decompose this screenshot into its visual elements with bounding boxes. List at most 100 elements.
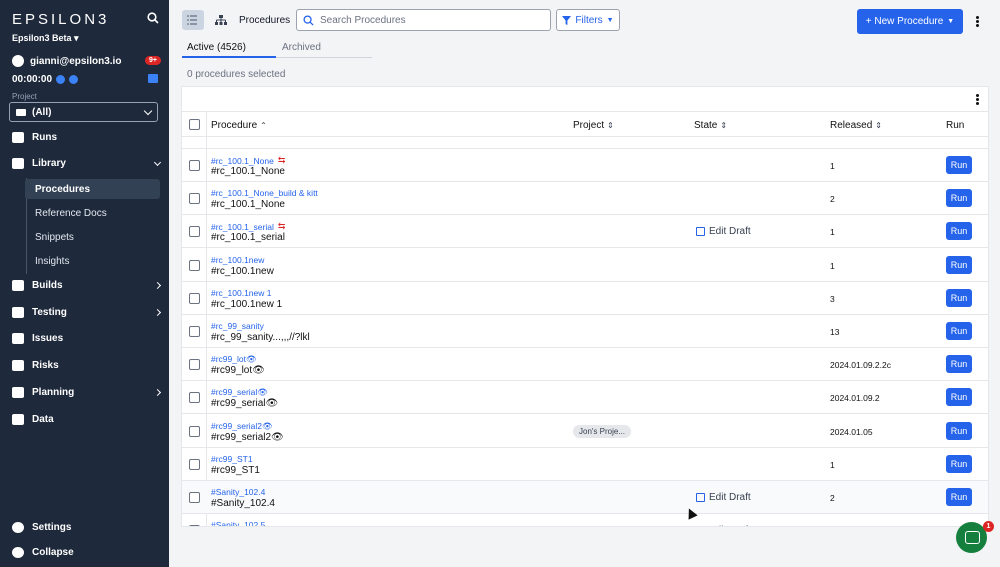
row-checkbox[interactable] (189, 425, 200, 437)
search-icon[interactable] (147, 12, 159, 24)
timer-add-icon[interactable] (69, 75, 79, 84)
search-input[interactable] (320, 14, 540, 26)
column-procedure[interactable]: Procedure ⌃ (211, 120, 267, 131)
procedure-id-link[interactable]: #rc_100.1_serial ⇆ (211, 221, 285, 232)
column-project[interactable]: Project ⇕ (573, 120, 614, 131)
row-checkbox[interactable] (189, 392, 200, 404)
sidebar-item-reference-docs[interactable]: Reference Docs (25, 203, 160, 223)
collapse-icon (12, 547, 24, 558)
select-all-checkbox[interactable] (189, 119, 200, 130)
table-options-icon[interactable] (976, 94, 979, 105)
tab-active[interactable]: Active (4526) (182, 42, 276, 58)
procedure-id-link[interactable]: #rc99_serial👁 (211, 387, 268, 398)
run-button[interactable]: Run (946, 156, 972, 174)
edit-draft-link[interactable]: Edit Draft (696, 492, 751, 503)
sidebar-item-insights[interactable]: Insights (25, 251, 160, 271)
chart-line-icon (12, 414, 24, 425)
sidebar-item-snippets[interactable]: Snippets (25, 227, 160, 247)
tree-view-button[interactable] (210, 10, 232, 30)
procedure-id-link[interactable]: #rc99_ST1 (211, 454, 253, 464)
sidebar-collapse[interactable]: Collapse (12, 547, 160, 558)
procedure-id-link[interactable]: #rc_100.1new 1 (211, 288, 272, 298)
table-row[interactable]: #rc_100.1_None_build & kitt #rc_100.1_Non… (182, 182, 988, 216)
run-button[interactable]: Run (946, 355, 972, 374)
sidebar-item-label: Collapse (32, 547, 74, 558)
sidebar-item-planning[interactable]: Planning (12, 387, 162, 398)
run-button[interactable]: Run (946, 322, 972, 340)
run-button[interactable]: Run (946, 222, 972, 241)
edit-draft-link[interactable]: Edit Draft (696, 226, 751, 237)
procedure-id-link[interactable]: #rc_100.1_None ⇆ (211, 155, 285, 166)
table-row[interactable]: #rc_99_sanity #rc_99_sanity...,,,//?lkl 13… (182, 315, 988, 348)
row-checkbox[interactable] (189, 525, 200, 526)
row-checkbox[interactable] (189, 326, 200, 337)
tab-archived[interactable]: Archived (282, 42, 321, 53)
run-button[interactable]: Run (946, 454, 972, 473)
row-checkbox[interactable] (189, 359, 200, 371)
row-checkbox[interactable] (189, 160, 200, 171)
notification-badge[interactable]: 9+ (145, 56, 161, 65)
project-select[interactable]: (All) (9, 102, 158, 122)
chevron-right-icon (153, 388, 162, 397)
run-button[interactable]: Run (946, 421, 972, 440)
table-row[interactable]: #rc99_ST1 #rc99_ST1 1 Run (182, 448, 988, 481)
procedure-name: #rc_100.1new 1 (211, 298, 283, 310)
run-button[interactable]: Run (946, 388, 972, 407)
timer-play-icon[interactable] (56, 75, 66, 84)
row-checkbox[interactable] (189, 458, 200, 470)
row-checkbox[interactable] (189, 292, 200, 304)
table-row[interactable]: #rc_100.1_serial ⇆ #rc_100.1_serial Edit Dr… (182, 215, 988, 249)
column-state[interactable]: State ⇕ (694, 120, 727, 131)
table-row[interactable]: #rc_100.1new 1 #rc_100.1new 1 3 Run (182, 282, 988, 315)
run-button[interactable]: Run (946, 288, 972, 307)
list-view-button[interactable] (182, 10, 204, 30)
row-checkbox[interactable] (189, 259, 200, 271)
sidebar-item-procedures[interactable]: Procedures (25, 179, 160, 199)
table-row[interactable]: #rc_100.1new #rc_100.1new 1 Run (182, 249, 988, 282)
sidebar-item-builds[interactable]: Builds (12, 280, 162, 291)
edit-draft-link[interactable]: Edit Draft (696, 525, 751, 526)
sidebar-item-settings[interactable]: Settings (12, 522, 160, 533)
column-released[interactable]: Released ⇕ (830, 120, 882, 131)
row-checkbox[interactable] (189, 226, 200, 238)
list-view-icon (187, 15, 197, 25)
procedure-id-link[interactable]: #rc_99_sanity (211, 321, 264, 331)
table-row[interactable]: #Sanity_102.4 #Sanity_102.4 Edit Draft 2 Run (182, 481, 988, 514)
released-version: 2 (830, 493, 835, 503)
procedure-id-link[interactable]: #rc_100.1_None_build & kitt (211, 188, 318, 198)
procedures-table: Procedure ⌃ Project ⇕ State ⇕ Released ⇕ Run… (181, 86, 989, 527)
procedure-id-link[interactable]: #Sanity_102.5 (211, 520, 265, 526)
state-label: Edit Draft (709, 492, 751, 503)
sidebar-item-runs[interactable]: Runs (12, 132, 160, 143)
calendar-icon[interactable] (148, 74, 158, 83)
filters-button[interactable]: Filters ▼ (556, 9, 620, 31)
sidebar-item-data[interactable]: Data (12, 414, 160, 425)
row-checkbox[interactable] (189, 193, 200, 205)
search-field[interactable] (296, 9, 551, 31)
procedure-id-link[interactable]: #rc99_lot👁 (211, 354, 257, 365)
sidebar-item-testing[interactable]: Testing (12, 307, 162, 318)
run-button[interactable]: Run (946, 189, 972, 208)
procedure-id-link[interactable]: #Sanity_102.4 (211, 487, 265, 497)
sidebar: EPSILON3 Epsilon3 Beta ▾ gianni@epsilon3… (0, 0, 169, 567)
procedure-id-link[interactable]: #rc99_serial2👁 (211, 421, 273, 432)
row-checkbox[interactable] (189, 492, 200, 503)
procedure-id-link[interactable]: #rc_100.1new (211, 255, 264, 265)
run-button[interactable]: Run (946, 488, 972, 506)
new-procedure-button[interactable]: + New Procedure ▼ (857, 9, 963, 34)
sidebar-item-risks[interactable]: Risks (12, 360, 160, 371)
sidebar-item-library[interactable]: Library (12, 158, 162, 169)
more-options-icon[interactable] (976, 16, 979, 27)
folder-icon (16, 108, 26, 116)
table-row[interactable]: #Sanity_102.5 Edit Draft (182, 514, 988, 526)
table-row[interactable]: #rc99_serial2👁 #rc99_serial2👁 Jon's Proje.… (182, 415, 988, 448)
column-label: Project (573, 120, 605, 131)
run-button[interactable]: Run (946, 255, 972, 274)
table-row[interactable]: #rc99_serial👁 #rc99_serial👁 2024.01.09.2 Ru… (182, 381, 988, 415)
project-badge: Jon's Proje... (573, 424, 631, 438)
table-row[interactable]: #rc_100.1_None ⇆ #rc_100.1_None 1 Run (182, 149, 988, 182)
table-row[interactable]: #rc99_lot👁 #rc99_lot👁 2024.01.09.2.2c Run (182, 348, 988, 382)
sidebar-item-issues[interactable]: Issues (12, 333, 160, 344)
org-switcher[interactable]: Epsilon3 Beta ▾ (12, 33, 79, 44)
user-menu[interactable]: gianni@epsilon3.io (12, 55, 121, 67)
